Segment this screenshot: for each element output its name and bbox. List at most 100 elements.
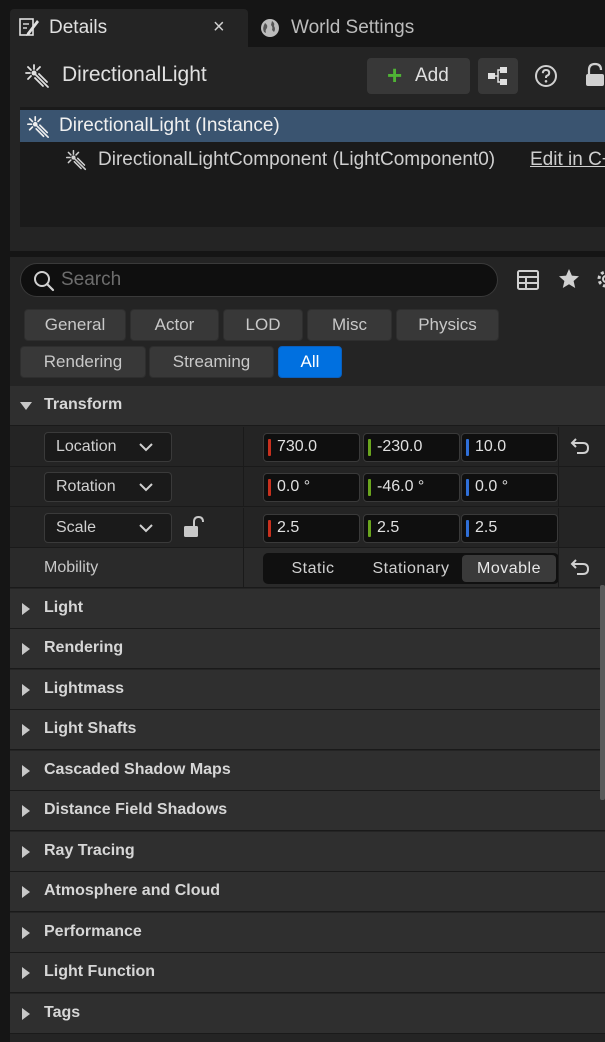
location-mode-dropdown[interactable]: Location xyxy=(44,432,172,462)
category-label: Performance xyxy=(44,923,142,940)
rotation-mode-dropdown[interactable]: Rotation xyxy=(44,472,172,502)
category-ray-tracing[interactable]: Ray Tracing xyxy=(10,832,605,872)
property-name-column: Scale xyxy=(10,508,244,548)
rotation-y-field[interactable]: -46.0 ° xyxy=(363,473,460,502)
category-label: Atmosphere and Cloud xyxy=(44,882,221,899)
category-light[interactable]: Light xyxy=(10,589,605,629)
category-lightmass[interactable]: Lightmass xyxy=(10,670,605,710)
reset-to-default-icon[interactable] xyxy=(569,558,591,578)
search-input[interactable] xyxy=(61,267,481,293)
location-z-field[interactable]: 10.0 xyxy=(461,433,558,462)
add-component-button[interactable]: + Add xyxy=(367,58,470,94)
caret-right-icon xyxy=(22,967,30,979)
caret-right-icon xyxy=(22,684,30,696)
scale-mode-dropdown[interactable]: Scale xyxy=(44,513,172,543)
y-axis-marker xyxy=(368,479,371,496)
z-axis-marker xyxy=(466,439,469,456)
z-axis-marker xyxy=(466,479,469,496)
component-tree: DirectionalLight (Instance) DirectionalL… xyxy=(20,107,605,227)
property-mobility: Mobility Static Stationary Movable xyxy=(10,548,605,588)
chevron-down-icon xyxy=(139,483,153,492)
blueprint-hierarchy-icon xyxy=(488,67,507,85)
scale-x-field[interactable]: 2.5 xyxy=(263,514,360,543)
mobility-label: Mobility xyxy=(44,559,99,576)
table-view-icon[interactable] xyxy=(516,268,540,292)
category-label: Tags xyxy=(44,1004,81,1021)
filter-rendering[interactable]: Rendering xyxy=(20,346,146,378)
mobility-stationary-option[interactable]: Stationary xyxy=(363,553,459,584)
x-axis-marker xyxy=(268,479,271,496)
tab-details-label: Details xyxy=(49,17,108,38)
category-distance-field-shadows[interactable]: Distance Field Shadows xyxy=(10,791,605,831)
close-icon[interactable]: × xyxy=(213,15,225,39)
field-value: 10.0 xyxy=(475,438,507,455)
star-icon[interactable] xyxy=(557,267,581,291)
category-label: Light Function xyxy=(44,963,156,980)
category-rendering[interactable]: Rendering xyxy=(10,629,605,669)
actor-name: DirectionalLight xyxy=(62,63,207,86)
location-x-field[interactable]: 730.0 xyxy=(263,433,360,462)
caret-right-icon xyxy=(22,927,30,939)
category-tags[interactable]: Tags xyxy=(10,994,605,1034)
directional-light-icon xyxy=(27,116,49,138)
field-value: 2.5 xyxy=(475,519,498,536)
dropdown-label: Rotation xyxy=(56,478,116,495)
filter-streaming[interactable]: Streaming xyxy=(149,346,274,378)
category-performance[interactable]: Performance xyxy=(10,913,605,953)
lock-icon[interactable] xyxy=(584,62,605,88)
category-label: Lightmass xyxy=(44,680,125,697)
filter-physics[interactable]: Physics xyxy=(396,309,499,341)
z-axis-marker xyxy=(466,520,469,537)
property-name-column: Mobility xyxy=(10,548,244,588)
reset-column xyxy=(558,427,605,467)
actor-header: DirectionalLight + Add xyxy=(10,47,605,105)
search-icon xyxy=(34,271,55,292)
category-label: Ray Tracing xyxy=(44,842,135,859)
reset-to-default-icon[interactable] xyxy=(569,437,591,457)
rotation-x-field[interactable]: 0.0 ° xyxy=(263,473,360,502)
field-value: 0.0 ° xyxy=(277,478,311,495)
mobility-movable-option[interactable]: Movable xyxy=(462,555,556,582)
dropdown-label: Location xyxy=(56,438,117,455)
rotation-z-field[interactable]: 0.0 ° xyxy=(461,473,558,502)
tab-world-settings[interactable]: World Settings xyxy=(250,9,605,47)
category-label: Transform xyxy=(44,396,123,413)
category-transform[interactable]: Transform xyxy=(10,386,605,426)
scrollbar-thumb[interactable] xyxy=(600,585,605,800)
category-atmosphere-and-cloud[interactable]: Atmosphere and Cloud xyxy=(10,872,605,912)
scale-z-field[interactable]: 2.5 xyxy=(461,514,558,543)
x-axis-marker xyxy=(268,439,271,456)
filter-actor[interactable]: Actor xyxy=(130,309,219,341)
caret-right-icon xyxy=(22,603,30,615)
category-label: Light xyxy=(44,599,84,616)
mobility-static-option[interactable]: Static xyxy=(265,553,361,584)
gear-icon[interactable] xyxy=(594,267,605,291)
filter-misc[interactable]: Misc xyxy=(307,309,392,341)
details-panel: DirectionalLight + Add DirectionalLight … xyxy=(10,47,605,1042)
mobility-segmented-control: Static Stationary Movable xyxy=(263,553,559,584)
blueprint-button[interactable] xyxy=(478,58,518,94)
field-value: -46.0 ° xyxy=(377,478,425,495)
location-y-field[interactable]: -230.0 xyxy=(363,433,460,462)
help-icon[interactable] xyxy=(534,64,558,88)
tree-item-instance[interactable]: DirectionalLight (Instance) xyxy=(20,110,605,142)
category-light-function[interactable]: Light Function xyxy=(10,953,605,993)
tree-item-component[interactable]: DirectionalLightComponent (LightComponen… xyxy=(20,143,605,177)
category-cascaded-shadow-maps[interactable]: Cascaded Shadow Maps xyxy=(10,751,605,791)
filter-lod[interactable]: LOD xyxy=(223,309,303,341)
unlock-icon[interactable] xyxy=(182,515,204,539)
category-label: Cascaded Shadow Maps xyxy=(44,761,231,778)
edit-in-cpp-link[interactable]: Edit in C++ xyxy=(530,149,605,171)
reset-column xyxy=(558,508,605,548)
y-axis-marker xyxy=(368,520,371,537)
scale-y-field[interactable]: 2.5 xyxy=(363,514,460,543)
tab-details[interactable]: Details × xyxy=(10,9,248,47)
caret-right-icon xyxy=(22,765,30,777)
chevron-down-icon xyxy=(139,524,153,533)
filter-general[interactable]: General xyxy=(24,309,126,341)
filter-all[interactable]: All xyxy=(278,346,342,378)
tree-item-label: DirectionalLight (Instance) xyxy=(59,115,280,136)
globe-icon xyxy=(261,19,279,37)
category-light-shafts[interactable]: Light Shafts xyxy=(10,710,605,750)
property-rotation: Rotation 0.0 ° -46.0 ° 0.0 ° xyxy=(10,467,605,507)
